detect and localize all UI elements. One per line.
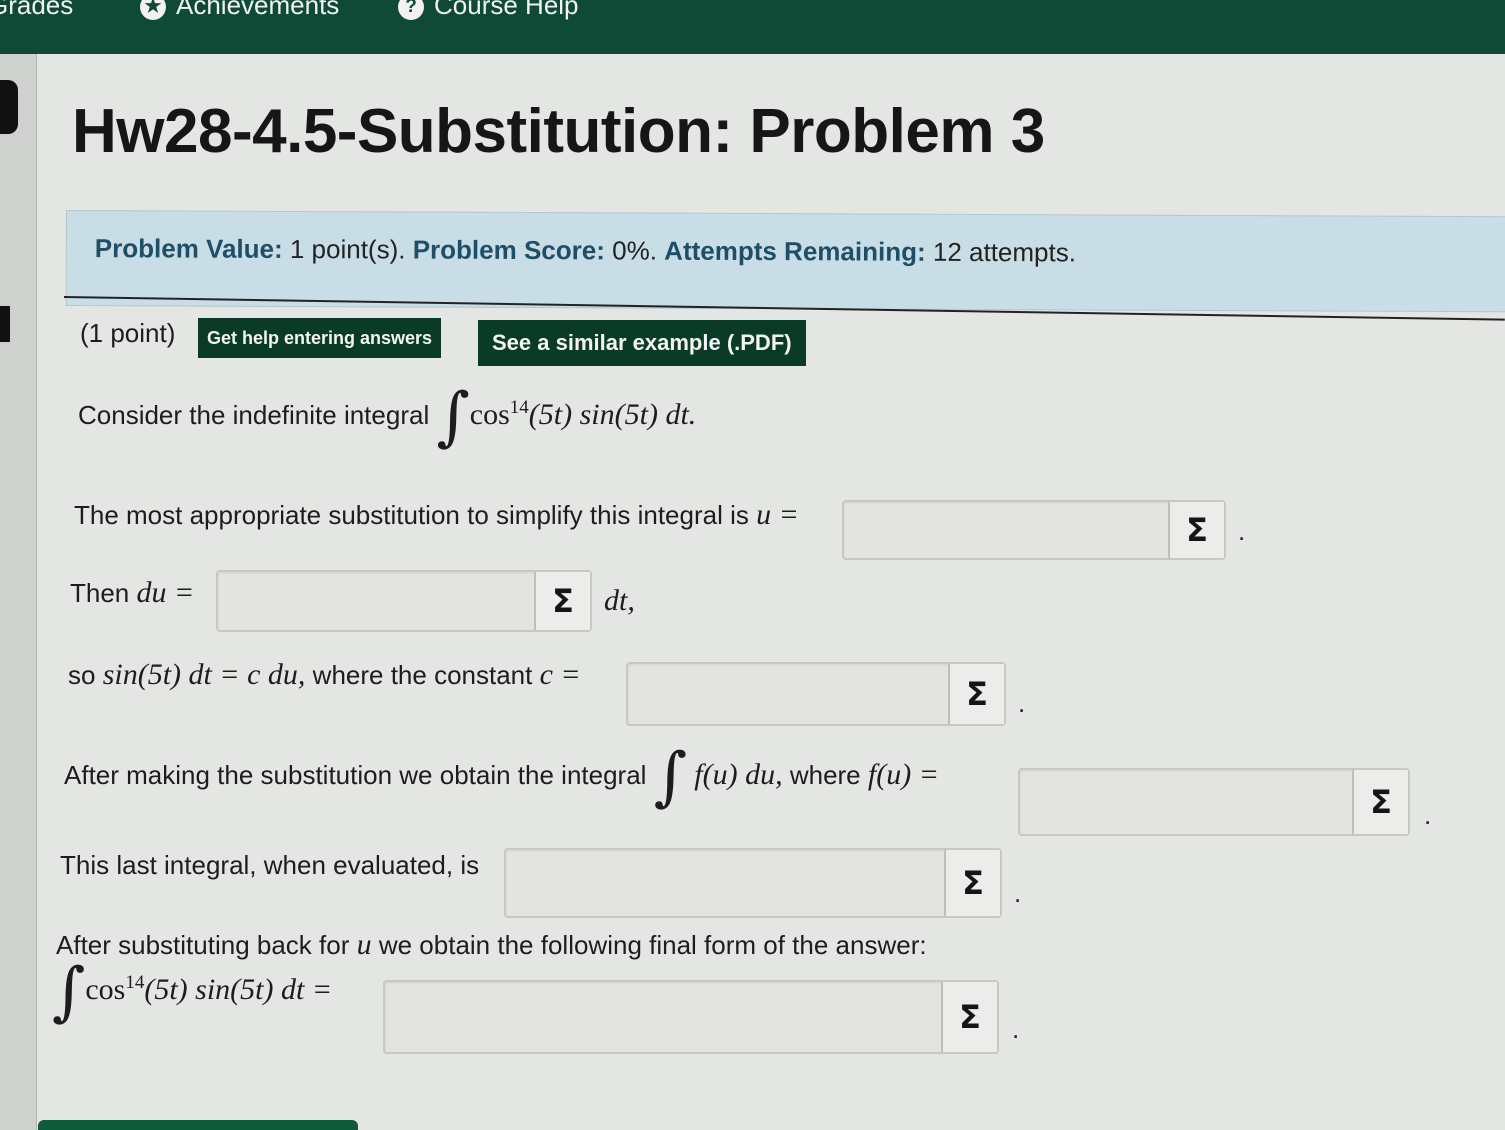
substitution-line: The most appropriate substitution to sim… xyxy=(74,498,799,532)
points-label: (1 point) xyxy=(80,318,176,348)
fu-du: f(u) du, xyxy=(694,757,783,791)
integrand: cos14(5t) sin(5t) dt. xyxy=(469,396,697,431)
so-text: so xyxy=(68,660,96,690)
equation-editor-button[interactable]: Σ xyxy=(1352,770,1408,834)
top-navigation: Grades ★ Achievements ? Course Help xyxy=(0,0,1505,54)
then-text: Then xyxy=(70,578,130,608)
equation-editor-button[interactable]: Σ xyxy=(944,850,1000,916)
star-icon: ★ xyxy=(140,0,166,21)
page-title: Hw28-4.5-Substitution: Problem 3 xyxy=(72,97,1045,166)
substitution-text: The most appropriate substitution to sim… xyxy=(74,500,749,530)
nav-course-help-label: Course Help xyxy=(434,0,579,20)
fu-equals: f(u) = xyxy=(867,757,939,791)
final-answer-field[interactable]: Σ xyxy=(383,980,999,1054)
dt-comma: dt, xyxy=(604,584,635,617)
where-text: where xyxy=(789,759,861,790)
back-text-1: After substituting back for xyxy=(56,930,350,960)
cos-text: cos xyxy=(469,397,510,431)
evaluated-text: This last integral, when evaluated, is xyxy=(60,850,480,880)
power: 14 xyxy=(509,396,529,418)
period: . xyxy=(1018,688,1026,718)
back-u: u xyxy=(356,928,372,961)
period: . xyxy=(1238,516,1246,546)
help-entering-answers-button[interactable]: Get help entering answers xyxy=(198,318,442,358)
attempts-remaining: 12 attempts. xyxy=(932,236,1077,268)
cos-text: cos xyxy=(85,972,126,1006)
power: 14 xyxy=(125,971,145,993)
sidebar-tab xyxy=(0,80,18,134)
problem-score: 0%. xyxy=(612,235,658,266)
du-answer-field[interactable]: Σ xyxy=(216,570,592,632)
equation-editor-button[interactable]: Σ xyxy=(948,664,1004,724)
problem-score-label: Problem Score: xyxy=(412,234,605,266)
du-line: Then du = xyxy=(70,576,194,610)
after-substitution-text: After making the substitution we obtain … xyxy=(64,759,647,790)
period: . xyxy=(1012,1014,1020,1044)
du-equals: du = xyxy=(136,576,195,609)
constant-line: so sin(5t) dt = c du, where the constant… xyxy=(68,658,581,692)
final-integrand: cos14(5t) sin(5t) dt = xyxy=(85,971,333,1006)
u-answer-field[interactable]: Σ xyxy=(842,500,1226,560)
question-icon: ? xyxy=(398,0,424,21)
similar-example-button[interactable]: See a similar example (.PDF) xyxy=(478,320,806,366)
evaluated-answer-field[interactable]: Σ xyxy=(504,848,1002,918)
integral-sign: ∫ xyxy=(436,380,470,454)
sidebar-marker xyxy=(0,306,10,342)
integral-sign: ∫ xyxy=(653,740,688,814)
nav-achievements[interactable]: ★ Achievements xyxy=(140,0,339,21)
problem-value-label: Problem Value: xyxy=(94,233,283,264)
integrand-tail: (5t) sin(5t) dt. xyxy=(528,397,697,431)
equation-editor-button[interactable]: Σ xyxy=(941,982,997,1052)
problem-info-box: Problem Value: 1 point(s). Problem Score… xyxy=(65,210,1505,313)
nav-achievements-label: Achievements xyxy=(176,0,340,20)
integral-sign: ∫ xyxy=(52,955,86,1029)
final-integrand-tail: (5t) sin(5t) dt = xyxy=(144,972,333,1006)
c-equals: c = xyxy=(539,658,581,691)
equation-editor-button[interactable]: Σ xyxy=(1168,502,1224,558)
consider-line: Consider the indefinite integral ∫cos14(… xyxy=(78,385,696,449)
nav-course-help[interactable]: ? Course Help xyxy=(398,0,579,21)
fu-line: After making the substitution we obtain … xyxy=(64,745,939,809)
nav-grades[interactable]: Grades xyxy=(0,0,73,21)
attempts-label: Attempts Remaining: xyxy=(664,235,926,267)
c-answer-field[interactable]: Σ xyxy=(626,662,1006,726)
period: . xyxy=(1014,878,1022,908)
period: . xyxy=(1424,800,1432,830)
fu-answer-field[interactable]: Σ xyxy=(1018,768,1410,836)
back-substitution-line: After substituting back for u we obtain … xyxy=(56,928,927,962)
problem-value: 1 point(s). xyxy=(289,233,406,265)
back-text-2: we obtain the following final form of th… xyxy=(378,930,927,960)
left-sidebar-edge xyxy=(0,54,37,1130)
u-equals: u = xyxy=(756,498,799,531)
so-math: sin(5t) dt = c du, xyxy=(102,658,306,691)
submit-area-edge xyxy=(38,1120,358,1130)
constant-text: where the constant xyxy=(312,660,533,690)
final-form-line: ∫cos14(5t) sin(5t) dt = xyxy=(52,960,332,1024)
equation-editor-button[interactable]: Σ xyxy=(534,572,590,630)
problem-info-line: Problem Value: 1 point(s). Problem Score… xyxy=(95,233,1076,268)
consider-text: Consider the indefinite integral xyxy=(78,399,430,430)
